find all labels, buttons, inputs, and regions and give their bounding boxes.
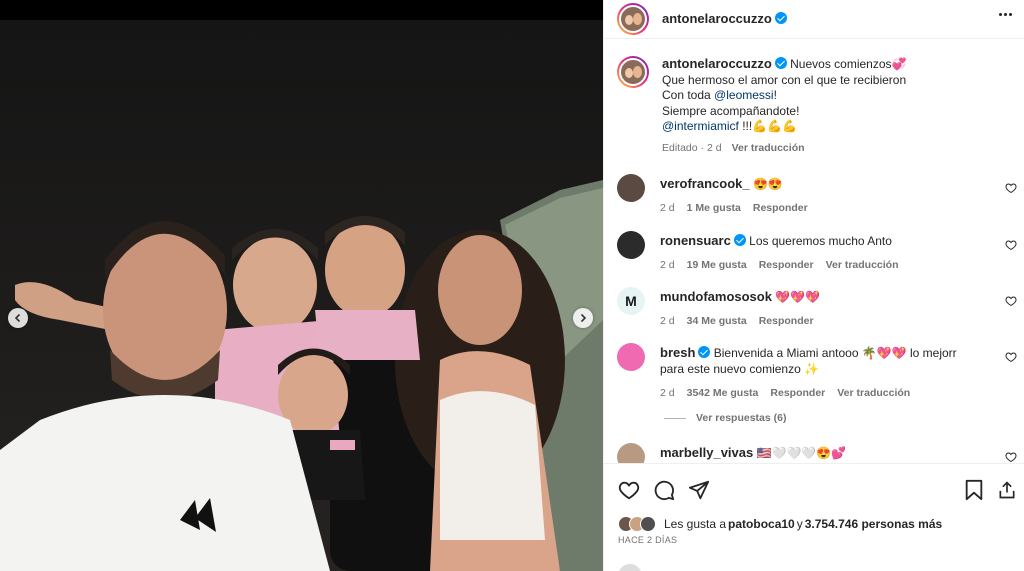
likes-summary[interactable]: Les gusta a patoboca10 y 3.754.746 perso… [618,516,942,532]
caption-text: ! [773,88,777,103]
comment-text: Los queremos mucho Anto [749,234,892,248]
like-comment-heart-icon[interactable] [1005,182,1017,194]
more-dot-icon [1004,13,1007,16]
comment-item: bresh Bienvenida a Miami antooo 🌴💖💖 lo m… [617,343,1017,401]
commenter-avatar[interactable]: M [617,287,645,315]
post-timestamp[interactable]: HACE 2 DÍAS [618,535,677,545]
likes-count[interactable]: 3.754.746 personas más [805,517,942,531]
commenter-username[interactable]: mundofamososok [660,289,772,304]
comment-likes[interactable]: 19 Me gusta [687,257,747,273]
post-actions: Les gusta a patoboca10 y 3.754.746 perso… [604,463,1024,571]
share-upload-icon[interactable] [997,479,1017,501]
view-replies-label: Ver respuestas (6) [696,412,787,424]
current-user-avatar [618,564,642,571]
commenter-avatar[interactable] [617,343,645,371]
reply-button[interactable]: Responder [753,200,808,216]
commenter-avatar[interactable] [617,231,645,259]
comment-text: 🇺🇸🤍🤍🤍😍💕 [756,446,847,460]
liker-avatars [618,516,656,532]
carousel-next-button[interactable] [573,308,593,328]
see-translation-link[interactable]: Ver traducción [837,385,910,401]
comment-text: 😍😍 [752,177,783,191]
liker-username[interactable]: patoboca10 [728,517,795,531]
comment-item: verofrancook_ 😍😍 2 d 1 Me gusta Responde… [617,174,1017,216]
commenter-username[interactable]: verofrancook_ [660,176,750,191]
post-photo [0,20,603,571]
chevron-left-icon [14,313,21,323]
post-details-panel: antonelaroccuzzo antonelaroccuzzo Nuevos… [603,0,1024,571]
see-translation-link[interactable]: Ver traducción [826,257,899,273]
post-media[interactable] [0,20,603,571]
caption-line: Siempre acompañandote! [662,103,800,118]
verified-badge-icon [733,234,746,246]
caption-author-avatar[interactable] [617,56,649,88]
edited-label: Editado · 2 d [662,141,722,154]
commenter-username[interactable]: bresh [660,345,695,360]
commenter-avatar[interactable] [617,443,645,463]
username-text[interactable]: antonelaroccuzzo [662,11,772,26]
comment-text: 💖💖💖 [775,290,821,304]
comment-likes[interactable]: 1 Me gusta [687,200,741,216]
chevron-right-icon [580,313,587,323]
carousel-prev-button[interactable] [8,308,28,328]
caption-text: Con toda [662,88,715,103]
likes-prefix: Les gusta a [664,517,727,531]
comment-item: ronensuarc Los queremos mucho Anto 2 d 1… [617,231,1017,273]
comment-likes[interactable]: 3542 Me gusta [687,385,759,401]
verified-badge-icon [698,346,711,358]
liker-avatar [640,516,656,532]
like-comment-heart-icon[interactable] [1005,295,1017,307]
commenter-username[interactable]: ronensuarc [660,233,731,248]
see-translation-link[interactable]: Ver traducción [732,141,805,157]
share-send-icon[interactable] [688,479,710,501]
caption-line: Con toda @leomessi! [662,88,992,104]
like-comment-heart-icon[interactable] [1005,451,1017,463]
save-bookmark-icon[interactable] [964,479,984,501]
like-comment-heart-icon[interactable] [1005,351,1017,363]
caption-line: @intermiamicf !!!💪💪💪 [662,119,992,135]
mention-link[interactable]: @leomessi [714,88,774,102]
caption-username[interactable]: antonelaroccuzzo [662,56,772,71]
caption-meta: Editado · 2 d Ver traducción [662,141,992,157]
post-caption: antonelaroccuzzo Nuevos comienzos💞 Que h… [617,56,992,157]
more-dot-icon [1009,13,1012,16]
likes-connector: y [796,517,803,531]
comment-likes[interactable]: 34 Me gusta [687,313,747,329]
comment-bubble-icon[interactable] [653,479,675,501]
comment-time[interactable]: 2 d [660,200,675,216]
caption-text: Nuevos comienzos💞 [790,57,907,71]
reply-button[interactable]: Responder [759,257,814,273]
comments-scroll-area[interactable]: antonelaroccuzzo Nuevos comienzos💞 Que h… [604,40,1024,463]
comment-time[interactable]: 2 d [660,313,675,329]
like-heart-icon[interactable] [618,479,640,501]
reply-button[interactable]: Responder [759,313,814,329]
comment-item: M mundofamososok 💖💖💖 2 d 34 Me gusta Res… [617,287,1017,329]
caption-line: Que hermoso el amor con el que te recibi… [662,72,907,87]
reply-button[interactable]: Responder [770,385,825,401]
author-avatar[interactable] [617,3,649,35]
more-options-button[interactable] [999,13,1012,16]
caption-text: !!!💪💪💪 [738,119,798,134]
post-header: antonelaroccuzzo [604,0,1024,39]
author-username[interactable]: antonelaroccuzzo [662,10,787,28]
comment-item: marbelly_vivas 🇺🇸🤍🤍🤍😍💕 [617,443,1017,463]
view-replies-button[interactable]: Ver respuestas (6) [664,412,786,424]
commenter-username[interactable]: marbelly_vivas [660,445,753,460]
like-comment-heart-icon[interactable] [1005,239,1017,251]
comment-time[interactable]: 2 d [660,385,675,401]
mention-link[interactable]: @intermiamicf [662,119,739,133]
comment-time[interactable]: 2 d [660,257,675,273]
commenter-avatar[interactable] [617,174,645,202]
more-dot-icon [999,13,1002,16]
divider [664,417,686,419]
verified-badge-icon [774,12,787,24]
verified-badge-icon [774,57,787,69]
